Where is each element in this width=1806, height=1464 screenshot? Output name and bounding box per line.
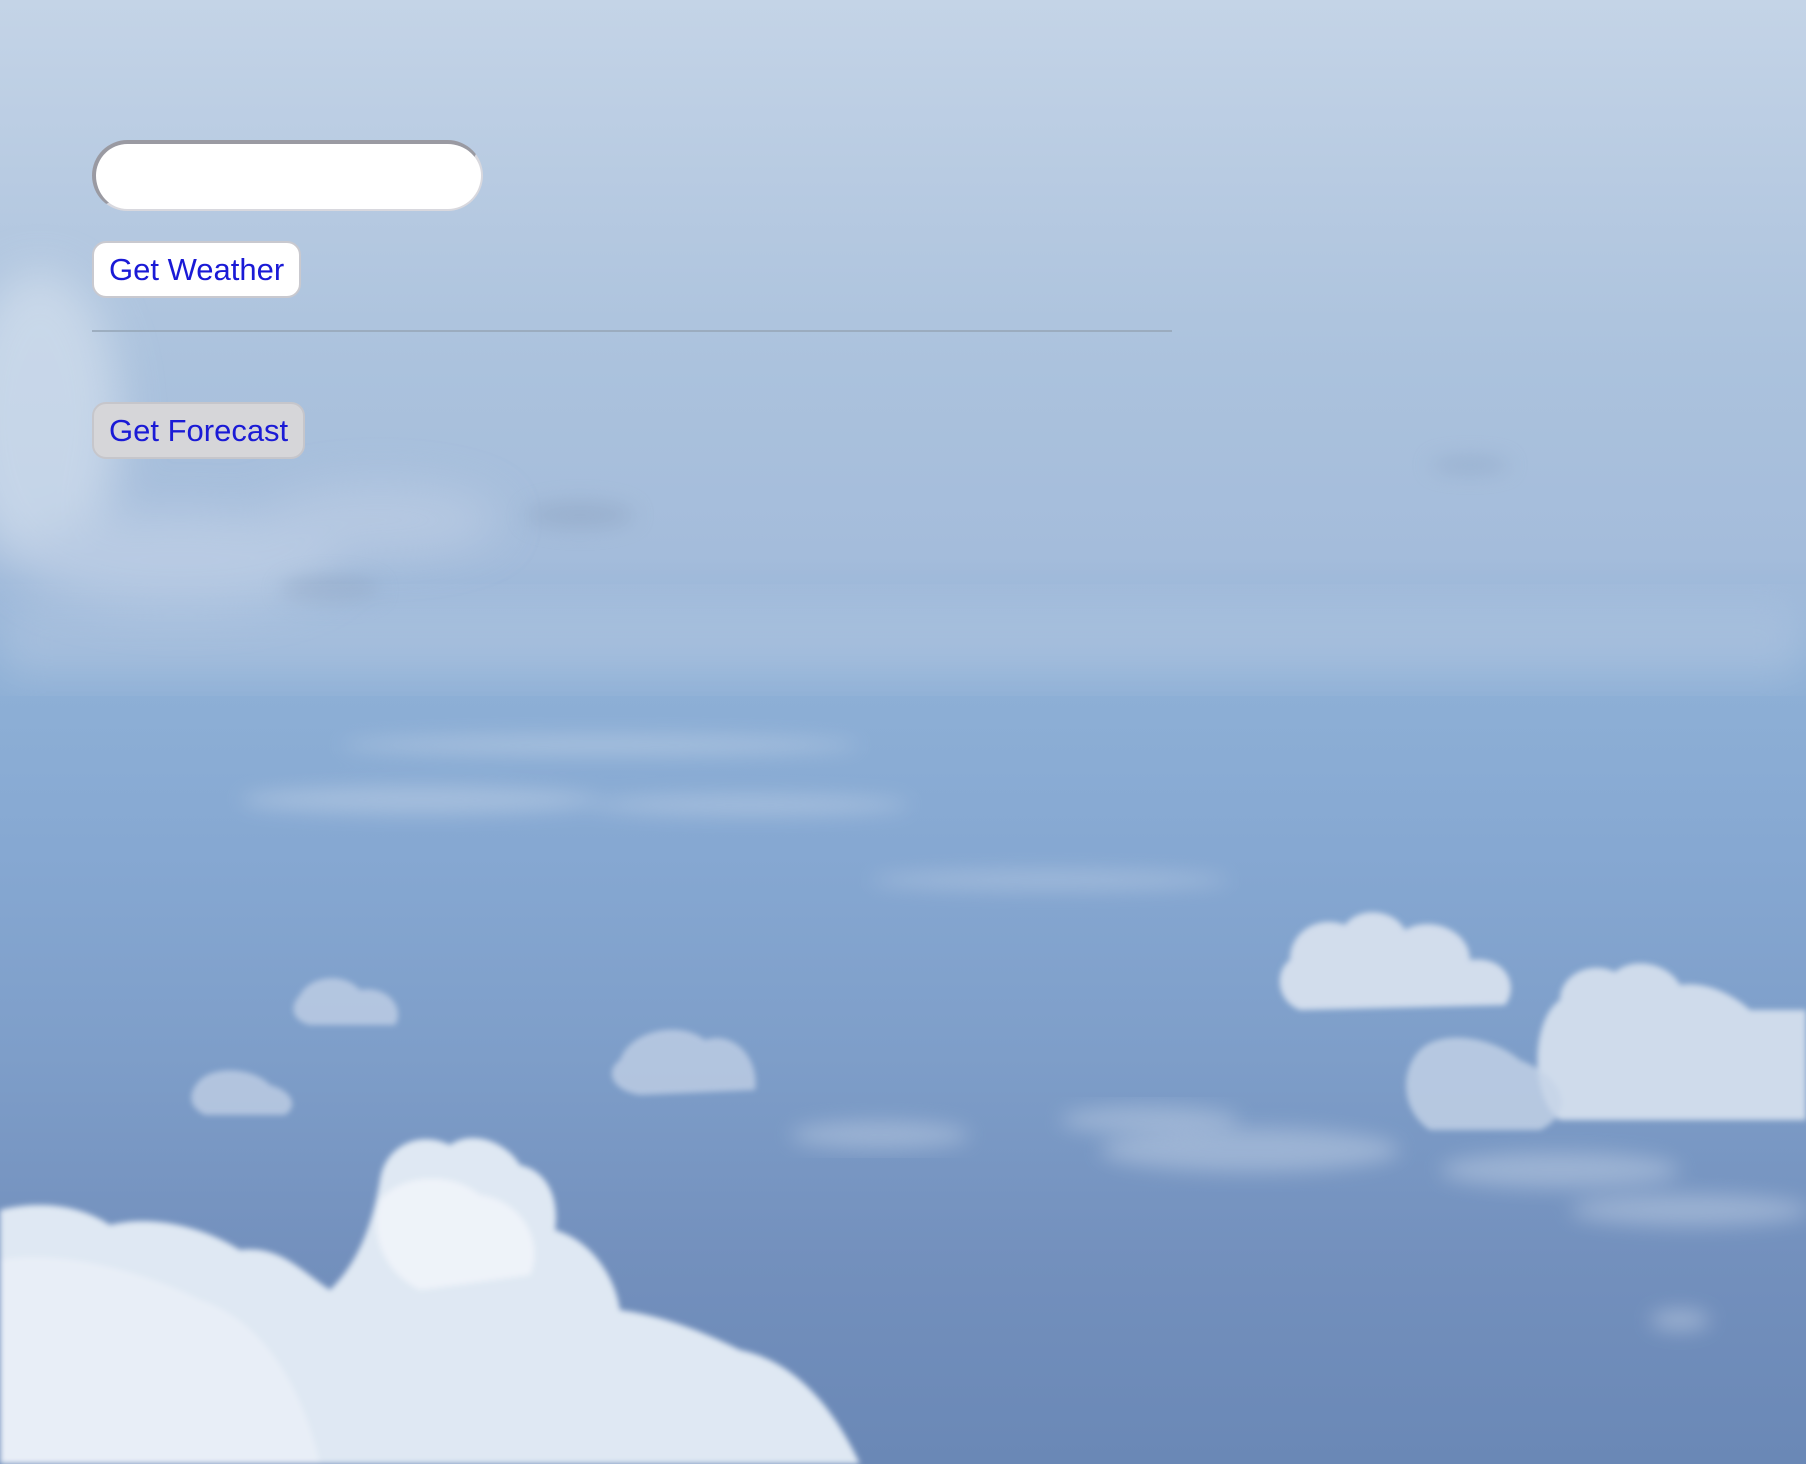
weather-controls: Get Weather Get Forecast (92, 140, 1172, 459)
city-search-input[interactable] (92, 140, 483, 211)
weather-page: Get Weather Get Forecast (0, 0, 1806, 1464)
get-forecast-button[interactable]: Get Forecast (92, 402, 306, 459)
get-weather-button[interactable]: Get Weather (92, 241, 302, 298)
section-divider (92, 330, 1172, 332)
